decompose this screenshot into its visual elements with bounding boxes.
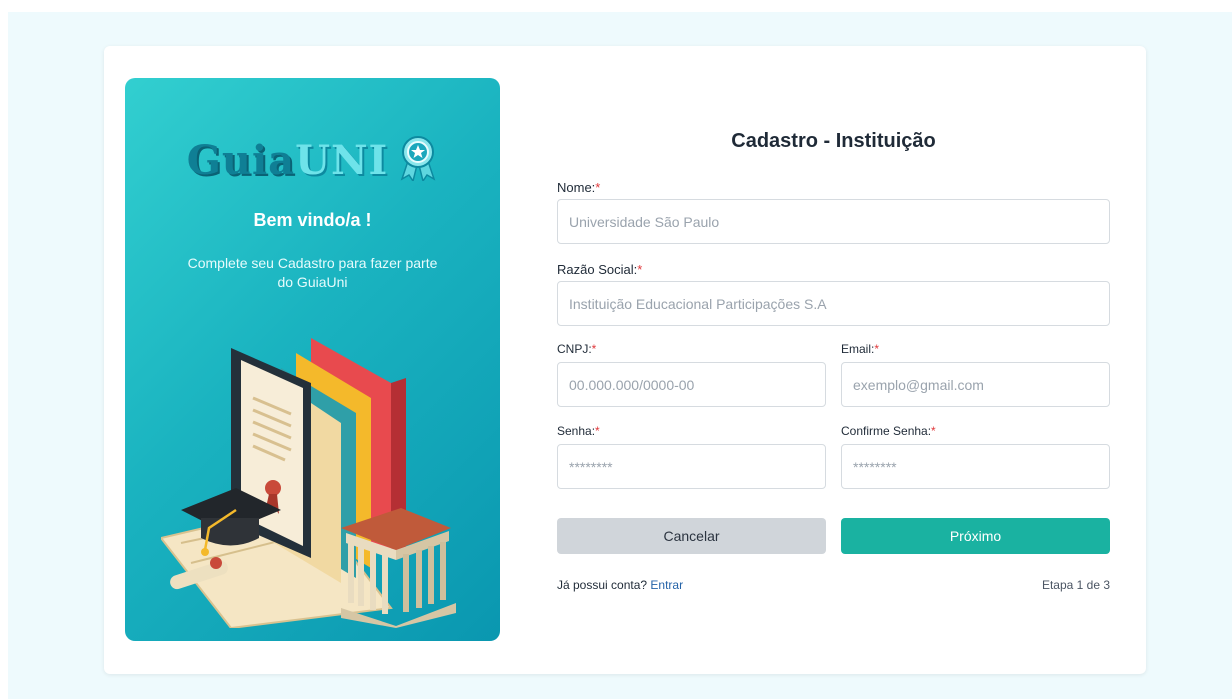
login-link[interactable]: Entrar [650, 578, 683, 592]
guiauni-logo: GuiaUNI [125, 130, 500, 190]
razao-social-input[interactable] [557, 281, 1110, 326]
education-illustration [159, 328, 471, 633]
confirme-senha-input[interactable] [841, 444, 1110, 489]
award-ribbon-icon [398, 135, 438, 186]
cnpj-label: CNPJ:* [557, 342, 597, 356]
step-indicator: Etapa 1 de 3 [1041, 578, 1110, 592]
welcome-subtitle: Complete seu Cadastro para fazer parte d… [187, 255, 438, 290]
email-input[interactable] [841, 362, 1110, 407]
logo-text-guia: Guia [186, 136, 296, 184]
nome-label: Nome:* [557, 180, 601, 195]
senha-input[interactable] [557, 444, 826, 489]
welcome-panel: GuiaUNI Bem vindo/a ! Complete seu Cadas… [125, 78, 500, 641]
cnpj-input[interactable] [557, 362, 826, 407]
razao-social-label: Razão Social:* [557, 262, 643, 277]
email-label: Email:* [841, 342, 880, 356]
login-prompt: Já possui conta? Entrar [557, 578, 684, 592]
nome-input[interactable] [557, 199, 1110, 244]
form-title: Cadastro - Instituição [731, 130, 936, 152]
confirme-senha-label: Confirme Senha:* [841, 424, 936, 438]
senha-label: Senha:* [557, 424, 600, 438]
next-button[interactable]: Próximo [841, 518, 1110, 554]
welcome-title: Bem vindo/a ! [253, 210, 372, 230]
logo-text-uni: UNI [295, 136, 389, 184]
cancel-button[interactable]: Cancelar [557, 518, 826, 554]
